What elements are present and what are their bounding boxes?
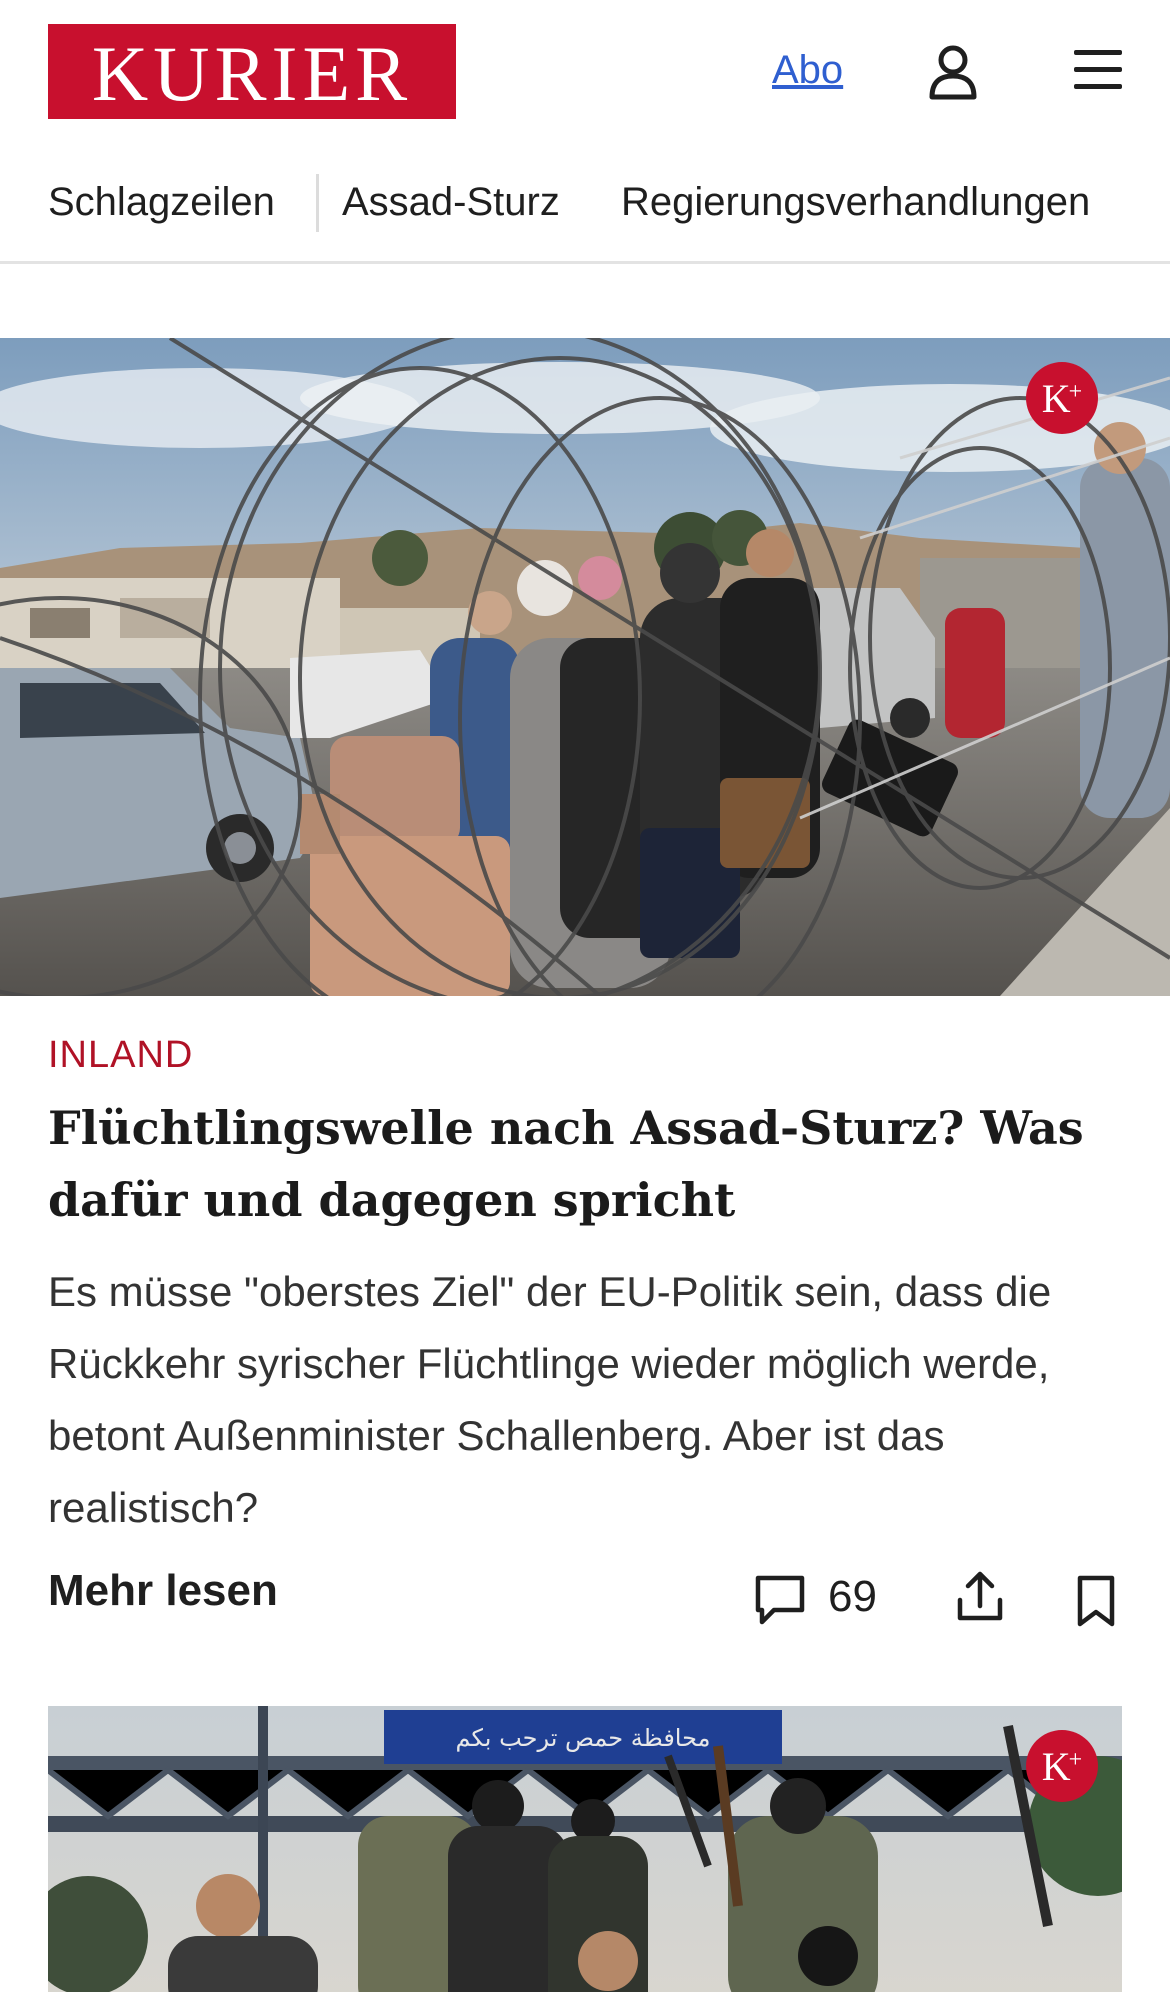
read-more-link[interactable]: Mehr lesen: [48, 1566, 278, 1616]
nav-item-regierungsverhandlungen[interactable]: Regierungsverhandlungen: [621, 180, 1090, 225]
kurier-logo[interactable]: KURIER: [48, 24, 456, 119]
article-hero-image[interactable]: K +: [0, 338, 1170, 996]
bookmark-icon[interactable]: [1074, 1574, 1118, 1628]
nav-item-schlagzeilen[interactable]: Schlagzeilen: [48, 180, 275, 225]
nav-item-assad-sturz[interactable]: Assad-Sturz: [342, 180, 560, 225]
kurier-plus-icon: K +: [1026, 362, 1098, 434]
article-category[interactable]: INLAND: [48, 1034, 193, 1077]
hamburger-menu-icon[interactable]: [1072, 48, 1124, 92]
article-headline[interactable]: Flüchtlingswelle nach Assad-Sturz? Was d…: [48, 1092, 1128, 1236]
user-icon[interactable]: [928, 44, 978, 100]
welcome-sign-text: محافظة حمص ترحب بكم: [456, 1724, 711, 1752]
article-teaser: Es müsse "oberstes Ziel" der EU-Politik …: [48, 1268, 1052, 1531]
nav-divider: [316, 174, 319, 232]
comment-icon[interactable]: [752, 1572, 808, 1628]
abo-link[interactable]: Abo: [772, 48, 843, 93]
comment-count[interactable]: 69: [828, 1572, 877, 1622]
second-article-image[interactable]: محافظة حمص ترحب بكم K +: [48, 1706, 1122, 1992]
topic-nav: Schlagzeilen Assad-Sturz Regierungsverha…: [0, 160, 1170, 264]
share-icon[interactable]: [954, 1568, 1006, 1624]
kurier-plus-icon: K +: [1026, 1730, 1098, 1802]
logo-text: KURIER: [91, 29, 413, 117]
site-header: KURIER Abo: [0, 0, 1170, 148]
